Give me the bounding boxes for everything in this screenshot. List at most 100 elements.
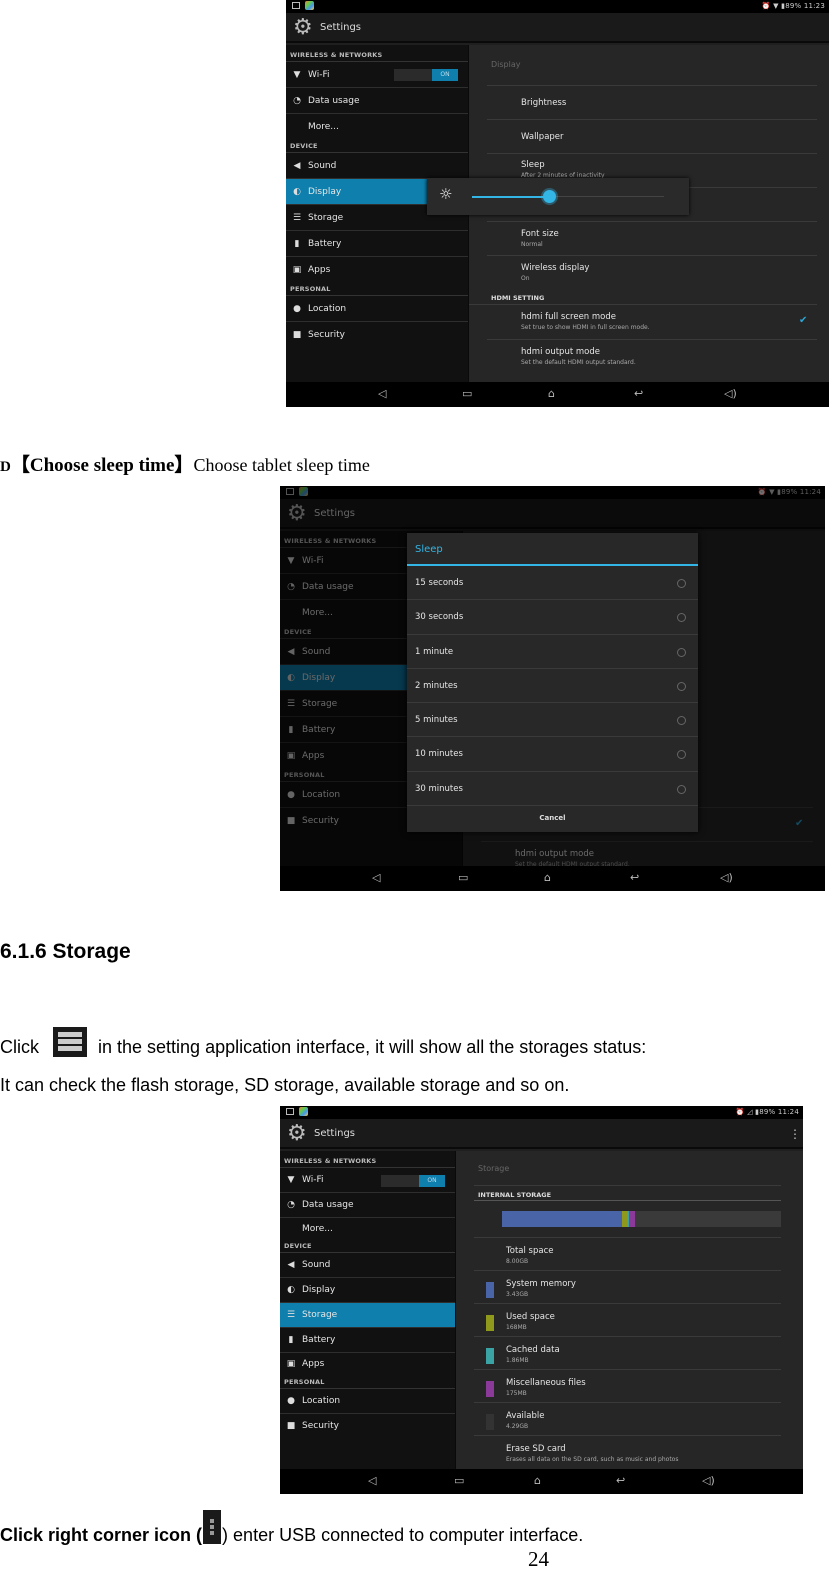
storage-intro-line2: It can check the flash storage, SD stora… (0, 1075, 570, 1095)
section-wireless: WIRELESS & NETWORKS (280, 1151, 455, 1168)
wifi-toggle[interactable]: ON (381, 1175, 445, 1187)
sidebar-item-wifi[interactable]: ▼ Wi-Fi ON (286, 62, 468, 88)
sleep-option[interactable]: 30 seconds (407, 600, 698, 635)
recent-apps-icon[interactable]: ▭ (454, 1474, 464, 1487)
sleep-option[interactable]: 10 minutes (407, 737, 698, 772)
sidebar-item-apps[interactable]: ▣Apps (286, 257, 468, 283)
storage-panel: Storage INTERNAL STORAGE Total space 8.00… (455, 1151, 803, 1469)
sidebar-item-battery[interactable]: ▮Battery (280, 1328, 455, 1353)
panel-header: Storage (478, 1164, 510, 1173)
navigation-bar: ◁ ▭ ⌂ ↩ ◁) (286, 382, 829, 407)
navigation-bar: ◁ ▭ ⌂ ↩ ◁) (280, 1469, 803, 1494)
cancel-button[interactable]: Cancel (407, 806, 698, 831)
storage-row-misc[interactable]: Miscellaneous files 175MB (474, 1369, 781, 1402)
volume-up-icon[interactable]: ◁) (720, 871, 733, 884)
back-icon[interactable]: ↩ (630, 871, 639, 884)
settings-gear-icon: ⚙ (287, 1121, 307, 1146)
setting-wallpaper[interactable]: Wallpaper (487, 119, 817, 153)
erase-sd-card[interactable]: Erase SD card Erases all data on the SD c… (474, 1435, 781, 1468)
sidebar-item-sound[interactable]: ◀Sound (280, 1253, 455, 1278)
volume-down-icon[interactable]: ◁ (378, 387, 386, 400)
sleep-option[interactable]: 2 minutes (407, 669, 698, 704)
volume-up-icon[interactable]: ◁) (702, 1474, 715, 1487)
overflow-menu-icon (203, 1510, 222, 1544)
sidebar-item-more[interactable]: More... (280, 1218, 455, 1240)
sleep-option[interactable]: 15 seconds (407, 566, 698, 601)
radio-icon[interactable] (677, 784, 686, 794)
sidebar-item-location[interactable]: ●Location (286, 296, 468, 322)
wifi-icon: ▼ (287, 1175, 295, 1185)
sidebar-item-security[interactable]: ■Security (280, 1414, 455, 1439)
brightness-icon: ☼ (439, 185, 453, 203)
setting-brightness[interactable]: Brightness (487, 85, 817, 119)
legend-swatch (486, 1348, 494, 1364)
storage-icon: ☰ (292, 213, 302, 223)
sound-icon: ◀ (293, 161, 301, 171)
screenshot-storage-settings: ⏰ ◿ ▮89% 11:24 ⚙ Settings ⋮ WIRELESS & N… (280, 1106, 803, 1494)
setting-hdmi-full-screen[interactable]: hdmi full screen mode Set true to show HD… (487, 305, 817, 339)
brightness-slider-handle[interactable] (542, 190, 556, 203)
radio-icon[interactable] (677, 716, 686, 726)
home-icon[interactable]: ⌂ (534, 1474, 541, 1487)
navigation-bar: ◁ ▭ ⌂ ↩ ◁) (280, 866, 825, 891)
sidebar-item-location[interactable]: ●Location (280, 1389, 455, 1414)
home-icon[interactable]: ⌂ (548, 387, 555, 400)
recent-apps-icon[interactable]: ▭ (462, 387, 472, 400)
sound-icon: ◀ (287, 1260, 295, 1270)
brightness-slider[interactable] (472, 190, 664, 203)
storage-row-used[interactable]: Used space 168MB (474, 1303, 781, 1336)
wifi-toggle[interactable]: ON (394, 69, 458, 81)
legend-swatch (486, 1381, 494, 1397)
back-icon[interactable]: ↩ (634, 387, 643, 400)
section-device: DEVICE (286, 140, 468, 153)
legend-swatch (486, 1414, 494, 1430)
screenshot-display-settings: ⏰ ▼ ▮89% 11:23 ⚙ Settings WIRELESS & NET… (286, 0, 829, 407)
sidebar-item-data-usage[interactable]: ◔Data usage (286, 88, 468, 114)
hdmi-category: HDMI SETTING (469, 289, 817, 305)
sidebar-item-storage[interactable]: ☰Storage (280, 1303, 455, 1328)
action-bar: ⚙ Settings (286, 13, 829, 43)
checkbox-checked-icon[interactable]: ✔ (799, 316, 809, 326)
sidebar-item-display[interactable]: ◐Display (280, 1278, 455, 1303)
sleep-option[interactable]: 30 minutes (407, 772, 698, 807)
volume-down-icon[interactable]: ◁ (368, 1474, 376, 1487)
sleep-dialog: Sleep 15 seconds 30 seconds 1 minute 2 m… (407, 533, 698, 832)
screenshot-notification-icon (286, 1108, 294, 1115)
sidebar-item-more[interactable]: More... (286, 114, 468, 140)
radio-icon[interactable] (677, 750, 686, 760)
location-icon: ● (293, 304, 301, 314)
home-icon[interactable]: ⌂ (544, 871, 551, 884)
display-icon: ◐ (293, 187, 301, 197)
sidebar-item-wifi[interactable]: ▼ Wi-Fi ON (280, 1168, 455, 1193)
recent-apps-icon[interactable]: ▭ (458, 871, 468, 884)
sidebar-item-security[interactable]: ■Security (286, 322, 468, 348)
sidebar-item-data-usage[interactable]: ◔Data usage (280, 1193, 455, 1218)
sleep-option[interactable]: 1 minute (407, 635, 698, 669)
legend-swatch (486, 1315, 494, 1331)
back-icon[interactable]: ↩ (616, 1474, 625, 1487)
storage-row-total: Total space 8.00GB (474, 1237, 781, 1270)
storage-icon: ☰ (286, 1310, 296, 1320)
radio-icon[interactable] (677, 579, 686, 588)
sleep-option[interactable]: 5 minutes (407, 703, 698, 738)
setting-font-size[interactable]: Font size Normal (487, 221, 817, 255)
radio-icon[interactable] (677, 613, 686, 623)
usage-segment-available (635, 1211, 781, 1227)
dialog-title: Sleep (407, 533, 698, 566)
section-device: DEVICE (280, 1240, 455, 1253)
section-personal: PERSONAL (280, 1376, 455, 1389)
sidebar-item-sound[interactable]: ◀Sound (286, 153, 468, 179)
section-heading: 6.1.6 Storage (0, 940, 131, 963)
setting-hdmi-output-mode[interactable]: hdmi output mode Set the default HDMI out… (487, 339, 817, 373)
setting-wireless-display[interactable]: Wireless display On (487, 255, 817, 289)
volume-up-icon[interactable]: ◁) (724, 387, 737, 400)
storage-menu-icon (53, 1027, 87, 1057)
radio-icon[interactable] (677, 681, 686, 691)
volume-down-icon[interactable]: ◁ (372, 871, 380, 884)
radio-icon[interactable] (677, 647, 686, 657)
settings-sidebar: WIRELESS & NETWORKS ▼ Wi-Fi ON ◔ Data usag… (280, 1151, 455, 1469)
storage-row-cached[interactable]: Cached data 1.86MB (474, 1336, 781, 1369)
sidebar-item-battery[interactable]: ▮Battery (286, 231, 468, 257)
sidebar-item-apps[interactable]: ▣Apps (280, 1353, 455, 1376)
overflow-menu-icon[interactable]: ⋮ (789, 1128, 801, 1140)
